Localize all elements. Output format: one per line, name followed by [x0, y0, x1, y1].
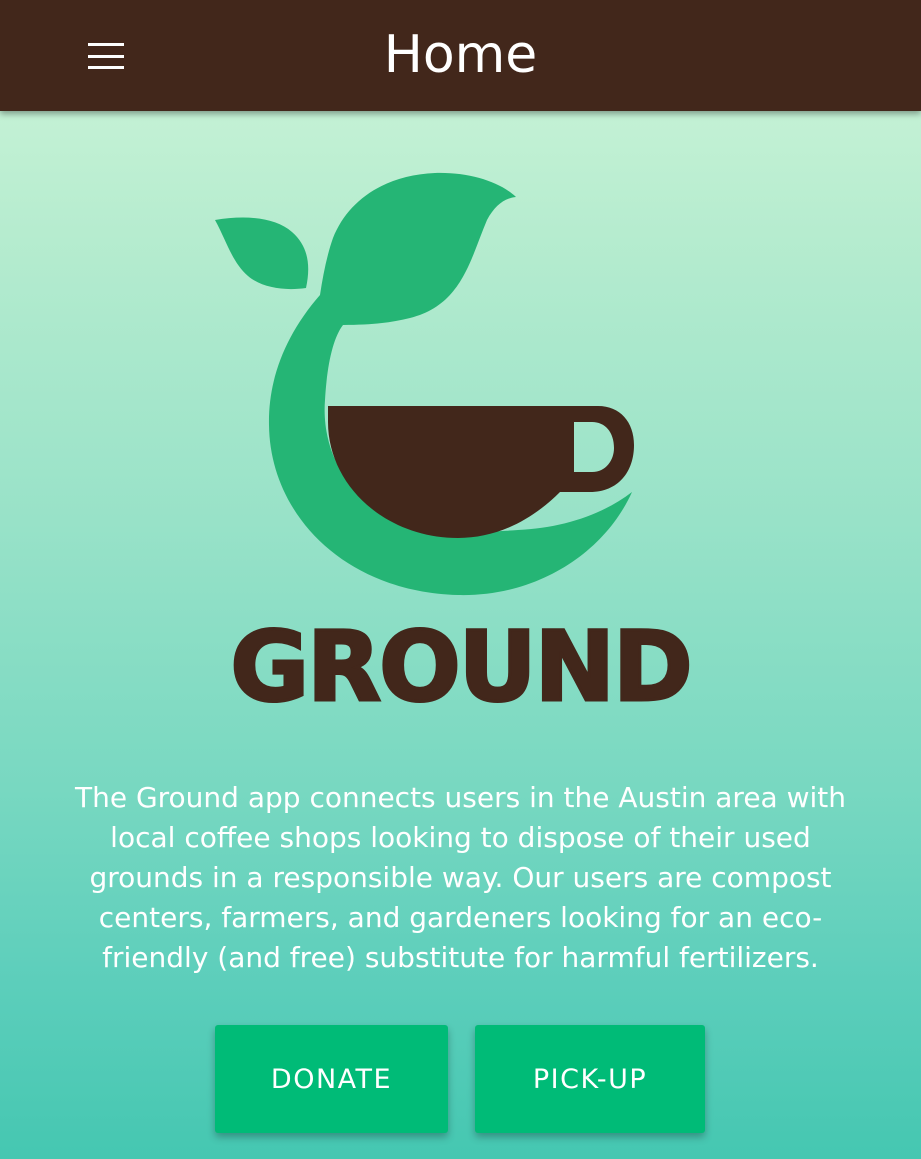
small-leaf	[215, 217, 309, 290]
app-description: The Ground app connects users in the Aus…	[74, 781, 847, 974]
pick-up-button[interactable]: PICK-UP	[475, 1025, 705, 1133]
app-bar: Home	[0, 0, 921, 111]
coffee-cup-sprout-logo-icon	[215, 172, 634, 596]
donate-button[interactable]: DONATE	[215, 1025, 448, 1133]
brand-name: GROUND	[229, 611, 694, 724]
page-title: Home	[383, 25, 538, 85]
